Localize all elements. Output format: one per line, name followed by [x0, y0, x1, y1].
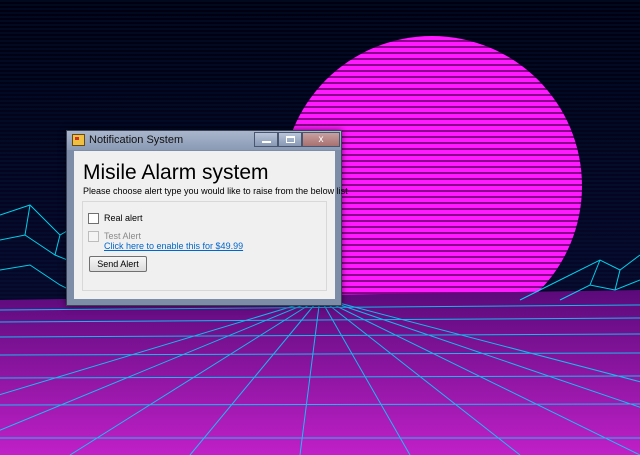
- minimize-icon: [262, 141, 271, 143]
- window-title: Notification System: [89, 134, 184, 146]
- enable-test-alert-link[interactable]: Click here to enable this for $49.99: [104, 241, 243, 251]
- notification-window[interactable]: Notification System x Misile Alarm syste…: [66, 130, 348, 306]
- test-alert-checkbox: [88, 231, 99, 242]
- title-bar[interactable]: Notification System x: [67, 131, 341, 150]
- instructions-text: Please choose alert type you would like …: [83, 186, 348, 196]
- close-icon: x: [318, 134, 324, 145]
- test-alert-label: Test Alert: [104, 231, 142, 241]
- window-client-area: Misile Alarm system Please choose alert …: [74, 151, 348, 299]
- app-icon: [72, 134, 85, 146]
- send-alert-button[interactable]: Send Alert: [89, 256, 147, 272]
- maximize-icon: [286, 136, 295, 143]
- page-title: Misile Alarm system: [83, 161, 269, 184]
- minimize-button[interactable]: [254, 132, 278, 147]
- real-alert-label[interactable]: Real alert: [104, 213, 143, 223]
- maximize-button[interactable]: [278, 132, 302, 147]
- real-alert-checkbox[interactable]: [88, 213, 99, 224]
- close-button[interactable]: x: [302, 132, 340, 147]
